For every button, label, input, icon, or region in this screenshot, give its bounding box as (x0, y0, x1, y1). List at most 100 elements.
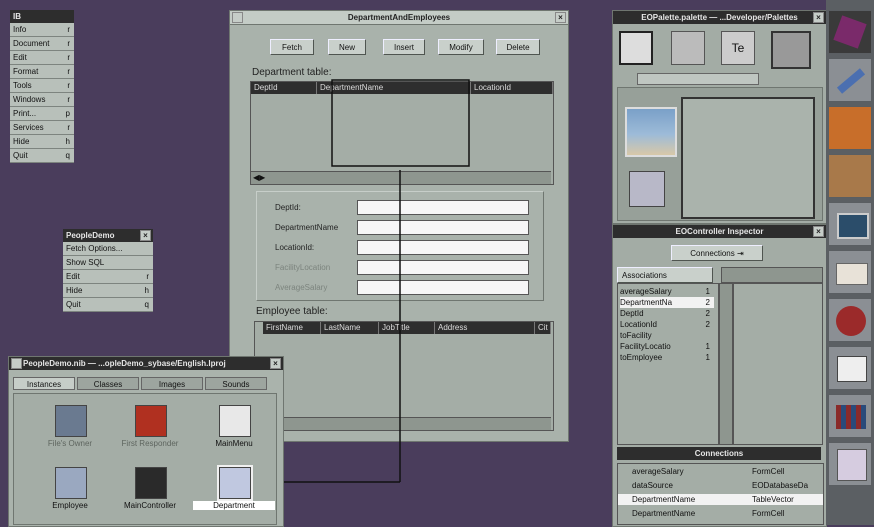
ib-menu-item[interactable]: Hide h (10, 135, 74, 149)
value-list[interactable] (733, 283, 823, 445)
table-column-header[interactable]: DeptId (251, 82, 317, 94)
table-column-header[interactable]: JobTitle (379, 322, 435, 334)
table-column-header[interactable]: LastName (321, 322, 379, 334)
menu-item-label: Format (13, 67, 39, 76)
nib-object-icon[interactable] (217, 465, 253, 501)
table-column-header[interactable]: DepartmentName (317, 82, 471, 94)
form-field-input[interactable] (357, 280, 529, 295)
connection-row[interactable]: dataSource EODatabaseDa (618, 480, 823, 491)
employee-table-label: Employee table: (256, 306, 328, 317)
association-key-row[interactable]: toFacility (620, 330, 714, 341)
form-field-input[interactable] (357, 240, 529, 255)
table-scrollbar[interactable]: ◀▶ (251, 171, 551, 184)
dock-builder-icon[interactable] (828, 154, 872, 198)
table-column-header[interactable]: FirstName (263, 322, 321, 334)
palette-scroller[interactable] (637, 73, 759, 85)
nib-object-icon[interactable] (135, 405, 167, 437)
palette-browser-icon[interactable] (671, 31, 705, 65)
connection-target: FormCell (752, 509, 785, 518)
dock-tools-icon[interactable] (828, 58, 872, 102)
dock-edit-icon[interactable] (828, 346, 872, 390)
association-key-row[interactable]: FacilityLocatio 1 (620, 341, 714, 352)
dock-document-icon[interactable] (828, 442, 872, 486)
ib-menu-item[interactable]: Info r (10, 23, 74, 37)
dock-terminal-icon[interactable] (828, 202, 872, 246)
form-field-label: DepartmentName (275, 223, 339, 232)
association-key-row[interactable]: LocationId 2 (620, 319, 714, 330)
association-key-row[interactable]: DepartmentNa 2 (620, 297, 714, 308)
nib-tab[interactable]: Sounds (205, 377, 267, 390)
connection-row[interactable]: averageSalary FormCell (618, 466, 823, 477)
action-button[interactable]: Modify (438, 39, 484, 55)
palette-image-icon[interactable] (625, 107, 677, 157)
peopledemo-menu-item[interactable]: Fetch Options... (63, 242, 153, 256)
connections-header: Connections (617, 447, 821, 460)
connection-target: TableVector (752, 495, 794, 504)
form-field-input[interactable] (357, 220, 529, 235)
menu-item-label: Fetch Options... (66, 244, 123, 253)
ib-menu-item[interactable]: Document r (10, 37, 74, 51)
dock-nextstep-icon[interactable] (828, 10, 872, 54)
table-column-header[interactable]: LocationId (471, 82, 553, 94)
peopledemo-menu-item[interactable]: Hide h (63, 284, 153, 298)
palette-window-icon[interactable] (619, 31, 653, 65)
connection-outlet: dataSource (632, 481, 673, 490)
association-key-row[interactable]: averageSalary 1 (620, 286, 714, 297)
ib-menu-item[interactable]: Quit q (10, 149, 74, 163)
nib-object-icon[interactable] (219, 405, 251, 437)
key-list[interactable]: averageSalary 1 DepartmentNa 2 DeptId 2 Locati… (617, 283, 719, 445)
close-icon[interactable]: × (140, 230, 151, 241)
palette-titlebar: EOPalette.palette — ...Developer/Palette… (613, 11, 826, 24)
close-icon[interactable]: × (270, 358, 281, 369)
ib-menu-item[interactable]: Print... p (10, 107, 74, 121)
ib-menu-item[interactable]: Services r (10, 121, 74, 135)
connection-row[interactable]: DepartmentName FormCell (618, 508, 823, 519)
action-button[interactable]: Fetch (270, 39, 314, 55)
nib-tab[interactable]: Instances (13, 377, 75, 390)
action-button[interactable]: Delete (496, 39, 540, 55)
scroll-left-icon[interactable]: ◀▶ (253, 173, 265, 182)
table-column-header[interactable]: Cit (535, 322, 551, 334)
palette-text-icon[interactable]: Te (721, 31, 755, 65)
nib-object-icon[interactable] (55, 467, 87, 499)
ib-menu-item[interactable]: Tools r (10, 79, 74, 93)
dock-mail-icon[interactable] (828, 250, 872, 294)
nib-tab[interactable]: Classes (77, 377, 139, 390)
employee-table[interactable]: FirstName LastName JobTitle Address Cit (254, 321, 554, 431)
nib-object-icon[interactable] (135, 467, 167, 499)
action-button[interactable]: Insert (383, 39, 425, 55)
peopledemo-menu-item[interactable]: Edit r (63, 270, 153, 284)
action-button[interactable]: New (328, 39, 366, 55)
nib-tab[interactable]: Images (141, 377, 203, 390)
association-key-row[interactable]: DeptId 2 (620, 308, 714, 319)
form-field-input[interactable] (357, 200, 529, 215)
nib-object-icon[interactable] (55, 405, 87, 437)
peopledemo-menu-item[interactable]: Show SQL (63, 256, 153, 270)
association-key-row[interactable]: toEmployee 1 (620, 352, 714, 363)
peopledemo-menu-item[interactable]: Quit q (63, 298, 153, 312)
miniaturize-icon[interactable] (232, 12, 243, 23)
nib-object-label: MainController (123, 501, 177, 510)
form-field-input[interactable] (357, 260, 529, 275)
close-icon[interactable]: × (813, 226, 824, 237)
associations-popup[interactable]: Associations (617, 267, 713, 283)
dock-sphere-icon[interactable] (828, 298, 872, 342)
close-icon[interactable]: × (813, 12, 824, 23)
dock-wrench-icon[interactable] (828, 106, 872, 150)
close-icon[interactable]: × (555, 12, 566, 23)
table-scrollbar[interactable] (255, 417, 551, 430)
palette-eo-icon[interactable] (771, 31, 811, 69)
inspector-mode-popup[interactable]: Connections ⇥ (671, 245, 763, 261)
ib-menu-item[interactable]: Format r (10, 65, 74, 79)
table-column-header[interactable]: Address (435, 322, 535, 334)
connections-list[interactable]: averageSalary FormCell dataSource EODatabas… (617, 463, 824, 525)
miniaturize-icon[interactable] (11, 358, 22, 369)
palette-table-icon[interactable] (681, 97, 815, 219)
department-table[interactable]: DeptId DepartmentName LocationId ◀▶ (250, 81, 554, 185)
ib-menu-item[interactable]: Edit r (10, 51, 74, 65)
dock-library-icon[interactable] (828, 394, 872, 438)
ib-menu-item[interactable]: Windows r (10, 93, 74, 107)
connection-row[interactable]: DepartmentName TableVector (618, 494, 823, 505)
palette-eo-table-icon[interactable] (629, 171, 665, 207)
key-list-scrollbar[interactable] (719, 283, 733, 445)
